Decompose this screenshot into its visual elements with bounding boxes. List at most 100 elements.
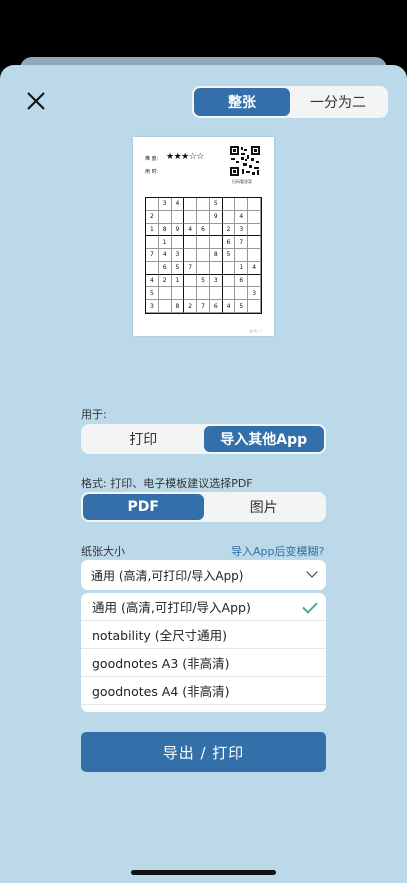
difficulty-label: 难 度: [145,156,159,162]
paper-size-dropdown: 通用 (高清,可打印/导入App) notability (全尺寸通用) goo… [81,593,326,712]
sudoku-cell: 8 [171,300,185,313]
sudoku-cell: 5 [209,198,223,211]
format-option-pdf[interactable]: PDF [83,494,204,520]
sudoku-cell: 5 [222,249,236,262]
sudoku-cell [171,210,185,224]
paper-option-label: 通用 (高清,可打印/导入App) [92,600,251,615]
sudoku-cell [197,198,210,211]
sudoku-cell [158,210,172,224]
sudoku-cell: 3 [209,274,223,288]
sudoku-cell [146,198,159,211]
sudoku-cell: 4 [184,223,198,237]
layout-option-full[interactable]: 整张 [194,88,290,116]
sudoku-cell [197,210,210,224]
paper-option-label: goodnotes A3 (非高清) [92,656,230,671]
paper-option-goodnotes-a4[interactable]: goodnotes A4 (非高清) [81,677,326,705]
sudoku-cell: 4 [158,249,172,262]
sudoku-cell: 7 [235,236,249,250]
paper-option-general[interactable]: 通用 (高清,可打印/导入App) [81,593,326,621]
sudoku-cell: 3 [146,300,159,313]
sudoku-cell: 5 [146,287,159,301]
format-option-image[interactable]: 图片 [204,494,325,520]
sudoku-cell [248,300,261,313]
sudoku-cell [222,210,236,224]
paper-size-select[interactable]: 通用 (高清,可打印/导入App) [81,560,326,590]
use-label: 用于: [81,408,107,421]
use-toggle: 打印 导入其他App [81,424,326,454]
sudoku-cell [222,287,236,301]
sudoku-cell [146,236,159,250]
sudoku-cell [209,287,223,301]
export-print-button[interactable]: 导出 / 打印 [81,732,326,772]
sudoku-cell: 7 [197,300,210,313]
layout-option-split[interactable]: 一分为二 [290,88,386,116]
paper-size-label: 纸张大小 [81,545,125,558]
sudoku-cell [222,198,236,211]
sudoku-cell [248,210,261,224]
sudoku-cell [222,274,236,288]
sudoku-grid: 3452941894623167743856571442153653382764… [145,197,262,314]
sudoku-cell: 4 [235,210,249,224]
sudoku-cell [248,223,261,237]
sudoku-cell: 4 [248,261,261,275]
sudoku-cell: 1 [235,261,249,275]
sudoku-cell: 9 [171,223,185,237]
sudoku-cell: 2 [158,274,172,288]
home-indicator [131,870,276,875]
sudoku-cell [222,261,236,275]
sudoku-cell: 1 [171,274,185,288]
sudoku-cell: 3 [248,287,261,301]
sudoku-cell [248,198,261,211]
layout-toggle: 整张 一分为二 [192,86,388,118]
sudoku-cell [184,287,198,301]
time-label: 用 时: [145,169,159,175]
sudoku-cell [171,236,185,250]
paper-size-selected: 通用 (高清,可打印/导入App) [91,568,244,583]
sudoku-cell: 6 [235,274,249,288]
sudoku-cell: 2 [222,223,236,237]
paper-option-notability[interactable]: notability (全尺寸通用) [81,621,326,649]
format-label: 格式: 打印、电子模板建议选择PDF [81,477,253,490]
sudoku-cell: 3 [235,223,249,237]
paper-option-label: notability (全尺寸通用) [92,628,228,643]
sudoku-cell: 2 [146,210,159,224]
use-option-import[interactable]: 导入其他App [203,426,324,452]
sudoku-cell [248,274,261,288]
sudoku-cell: 5 [197,274,210,288]
sudoku-cell: 8 [158,223,172,237]
sudoku-cell: 6 [222,236,236,250]
blurry-help-link[interactable]: 导入App后变模糊? [231,543,324,559]
paper-option-label: goodnotes A4 (非高清) [92,684,230,699]
sudoku-cell: 5 [171,261,185,275]
sudoku-cell: 1 [158,236,172,250]
sudoku-cell: 2 [184,300,198,313]
chevron-down-icon [306,566,318,578]
sudoku-cell: 5 [235,300,249,313]
sudoku-cell [197,249,210,262]
sudoku-cell: 9 [209,210,223,224]
sudoku-cell [184,198,198,211]
sudoku-cell [146,261,159,275]
qr-caption: 扫码看答案 [232,179,252,184]
sudoku-cell: 3 [158,198,172,211]
format-toggle: PDF 图片 [81,492,326,522]
preview-footer: 第1页 / 1 [249,329,262,333]
sudoku-cell: 4 [171,198,185,211]
sudoku-cell: 3 [171,249,185,262]
sudoku-cell: 4 [146,274,159,288]
sudoku-cell: 7 [184,261,198,275]
sudoku-cell [209,261,223,275]
sudoku-cell: 7 [146,249,159,262]
sudoku-cell: 1 [146,223,159,237]
sudoku-cell: 6 [158,261,172,275]
sudoku-cell: 6 [197,223,210,237]
sudoku-cell [209,223,223,237]
paper-option-goodnotes-a3[interactable]: goodnotes A3 (非高清) [81,649,326,677]
sudoku-cell [158,287,172,301]
sudoku-cell [184,274,198,288]
checkmark-icon [302,598,318,614]
close-icon[interactable] [24,89,48,113]
sudoku-cell [184,236,198,250]
sudoku-cell [248,236,261,250]
use-option-print[interactable]: 打印 [83,426,204,452]
